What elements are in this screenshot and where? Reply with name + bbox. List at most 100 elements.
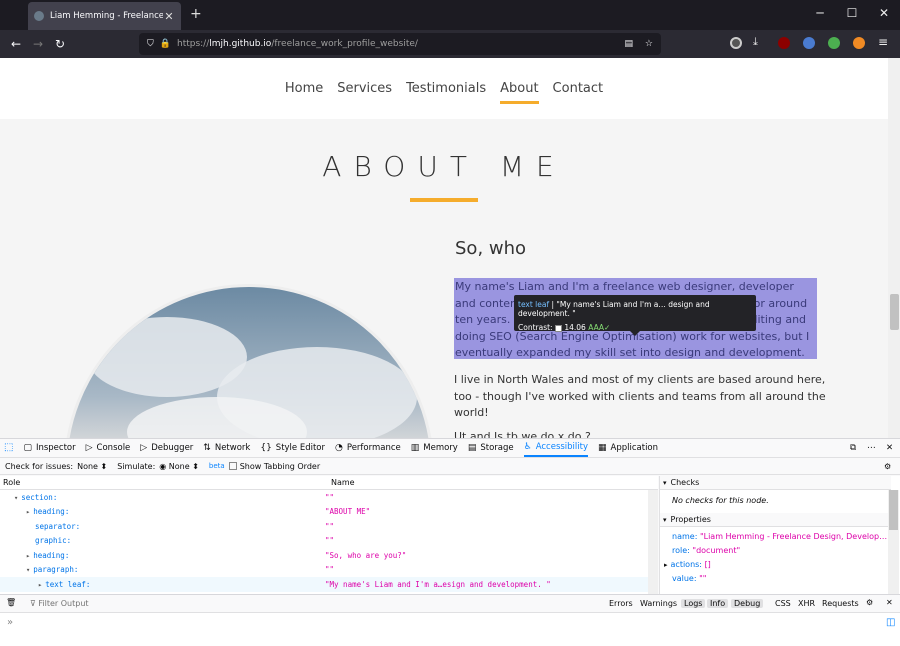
page-scrollbar[interactable] [888,58,900,438]
tab-label: Performance [346,442,401,453]
twisty-icon[interactable]: ▾ [14,494,18,502]
contrast-label: Contrast: [518,323,553,332]
twisty-icon[interactable]: ▸ [26,552,30,560]
checks-header[interactable]: ▾ Checks [660,476,891,490]
tabbing-order-toggle[interactable]: Show Tabbing Order [228,461,321,471]
twisty-icon[interactable]: ▸ [38,581,42,589]
dock-icon[interactable]: ⧉ [850,443,856,453]
extension-icon[interactable] [803,37,815,49]
forward-icon[interactable]: → [27,37,49,51]
chevron-right-icon[interactable]: ▸ [664,561,668,569]
prop-value: "" [699,574,707,583]
shield-icon[interactable]: ⛉ [147,39,154,49]
filter-info[interactable]: Info [707,599,729,608]
menu-icon[interactable]: ≡ [878,35,890,49]
nav-contact[interactable]: Contact [553,81,604,96]
back-icon[interactable]: ← [5,37,27,51]
memory-icon: ▥ [410,442,420,453]
close-devtools-icon[interactable]: ✕ [886,443,893,453]
prop-key: name: [672,532,698,541]
filter-warnings[interactable]: Warnings [640,599,677,608]
tree-row[interactable]: ▾ paragraph: "" [0,563,648,578]
sidebar-scroll-thumb[interactable] [889,490,898,530]
nav-services[interactable]: Services [337,81,392,96]
filter-errors[interactable]: Errors [609,599,633,608]
browser-tab[interactable]: Liam Hemming - Freelance Des ✕ [28,2,181,30]
nav-about[interactable]: About [500,81,539,104]
chrome-extension-icon[interactable] [828,37,840,49]
reload-icon[interactable]: ↻ [49,37,71,51]
twisty-icon[interactable]: ▸ [26,508,30,516]
tab-style-editor[interactable]: {} Style Editor [260,443,325,453]
prompt-icon: » [7,617,14,628]
maximize-icon[interactable]: ☐ [842,6,862,20]
page-scroll-thumb[interactable] [890,294,899,330]
contrast-rating: AAA✓ [588,323,611,332]
url-bar[interactable]: ⛉ 🔒 https:// lmjh.github.io /freelance_w… [139,33,661,55]
ublock-icon[interactable] [778,37,790,49]
trash-icon[interactable]: 🗑 [6,598,16,607]
simulate-select[interactable]: ◉ None ⬍ [159,462,199,471]
tabbing-label: Show Tabbing Order [239,461,321,471]
site-nav: Home Services Testimonials About Contact [0,58,888,119]
prop-row[interactable]: ▸ actions: [] [664,560,711,569]
filter-requests[interactable]: Requests [822,599,859,608]
bookmark-star-icon[interactable]: ☆ [645,39,653,49]
tab-performance[interactable]: ◔ Performance [335,443,401,453]
filter-debug[interactable]: Debug [731,599,764,608]
accessibility-icon: ♿ [523,441,532,452]
twisty-icon[interactable]: ▾ [26,566,30,574]
tab-memory[interactable]: ▥ Memory [411,443,458,453]
close-window-icon[interactable]: ✕ [874,6,894,20]
settings-gear-icon[interactable]: ⚙ [884,462,891,471]
storage-icon: ▤ [467,442,477,453]
tab-label: Network [214,442,251,453]
tab-debugger[interactable]: ▷ Debugger [140,443,193,453]
new-tab-icon[interactable]: + [190,6,202,22]
prop-key: value: [672,574,697,583]
properties-header[interactable]: ▾ Properties [660,513,891,527]
prop-key: role: [672,546,690,555]
title-underline [410,198,478,202]
tab-accessibility[interactable]: ♿ Accessibility [523,439,589,457]
row-name: "ABOUT ME" [325,507,371,517]
console-settings-icon[interactable]: ⚙ [866,598,873,607]
close-tab-icon[interactable]: ✕ [163,10,175,23]
filter-xhr[interactable]: XHR [798,599,815,608]
checkbox[interactable] [228,462,237,470]
tab-label: Application [610,442,659,453]
tree-row[interactable]: ▸ heading: "So, who are you?" [0,548,648,563]
tooltip-role: text leaf [518,300,550,309]
network-icon: ⇅ [203,442,211,453]
filter-css[interactable]: CSS [775,599,791,608]
tab-inspector[interactable]: ▢ Inspector [23,443,75,453]
tree-row[interactable]: separator: "" [0,519,648,534]
tab-storage[interactable]: ▤ Storage [468,443,514,453]
page-viewport: Home Services Testimonials About Contact… [0,58,888,438]
tree-row-selected[interactable]: ▸ text leaf: "My name's Liam and I'm a…esi… [0,577,648,592]
style-editor-icon: {} [260,442,272,453]
console-input[interactable]: » ◫ [0,613,900,646]
check-select[interactable]: None ⬍ [77,462,107,471]
tab-console[interactable]: ▷ Console [86,443,131,453]
pocket-icon[interactable] [730,37,742,49]
more-options-icon[interactable]: ⋯ [867,443,876,453]
filter-input[interactable]: ⊽ Filter Output [30,599,89,608]
minimize-icon[interactable]: ─ [810,6,830,20]
color-extension-icon[interactable] [853,37,865,49]
tree-scrollbar[interactable] [648,490,658,594]
filter-logs[interactable]: Logs [681,599,706,608]
tree-row[interactable]: ▾ section: "" [0,490,648,505]
reader-mode-icon[interactable]: ▤ [624,39,633,49]
pick-element-icon[interactable]: ⬚ [4,442,13,453]
paragraph: I live in North Wales and most of my cli… [454,373,826,419]
nav-home[interactable]: Home [285,81,323,96]
close-console-icon[interactable]: ✕ [886,598,893,607]
tab-application[interactable]: ▦ Application [598,443,658,453]
tab-network[interactable]: ⇅ Network [203,443,250,453]
tree-row[interactable]: graphic: "" [0,534,648,549]
nav-testimonials[interactable]: Testimonials [406,81,486,96]
downloads-icon[interactable]: ⤓ [753,35,765,48]
tree-row[interactable]: ▸ heading: "ABOUT ME" [0,505,648,520]
split-console-icon[interactable]: ◫ [886,617,895,628]
